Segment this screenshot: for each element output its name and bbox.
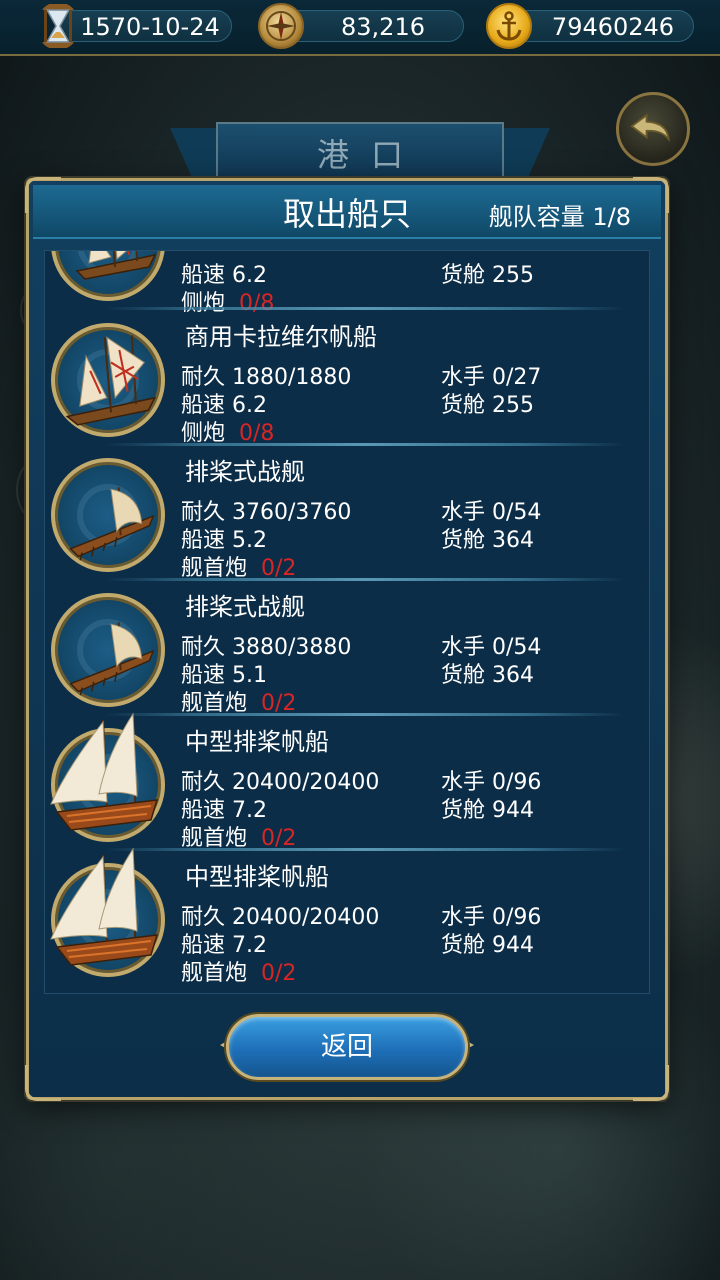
anchor-icon <box>486 3 532 49</box>
back-arrow-button[interactable] <box>616 92 690 166</box>
frame-corner <box>25 177 61 213</box>
ship-cargo: 货舱 944 <box>441 933 534 958</box>
ship-portrait <box>51 458 165 572</box>
galleass-icon <box>50 847 159 966</box>
ship-portrait <box>51 323 165 437</box>
ship-cargo: 货舱 364 <box>441 528 534 553</box>
fleet-capacity: 舰队容量 1/8 <box>488 203 631 231</box>
frame-corner <box>633 177 669 213</box>
ship-portrait <box>51 251 165 301</box>
resource-bar: 1570-10-24 83,216 79460246 <box>0 0 720 56</box>
return-button-label: 返回 <box>320 1032 373 1062</box>
ship-name: 商用卡拉维尔帆船 <box>185 323 377 351</box>
date-display: 1570-10-24 <box>56 10 232 42</box>
ship-cargo: 货舱 364 <box>441 663 534 688</box>
ship-cannon: 舰首炮 0/2 <box>181 955 296 987</box>
ship-name: 排桨式战舰 <box>185 593 305 621</box>
ship-cargo: 货舱 944 <box>441 798 534 823</box>
ship-row[interactable]: 船速 6.2 货舱 255 侧炮 0/8 <box>45 251 649 316</box>
gold-value: 79460246 <box>551 13 675 41</box>
cannon-label: 舰首炮 <box>181 961 248 986</box>
compass-value: 83,216 <box>341 13 425 41</box>
ship-cargo: 货舱 255 <box>441 393 534 418</box>
cannon-value: 0/2 <box>261 961 297 986</box>
galley-icon <box>69 487 155 561</box>
undo-arrow-icon <box>630 113 670 143</box>
date-text: 1570-10-24 <box>80 13 220 41</box>
ship-row[interactable]: 排桨式战舰 耐久 3880/3880 水手 0/54 船速 5.1 货舱 364… <box>45 581 649 716</box>
ship-row[interactable]: 中型排桨帆船 耐久 20400/20400 水手 0/96 船速 7.2 货舱 … <box>45 712 649 851</box>
compass-icon <box>258 3 304 49</box>
return-button[interactable]: 返回 <box>226 1014 468 1080</box>
caravel-icon <box>75 251 157 280</box>
ship-row[interactable]: 中型排桨帆船 耐久 20400/20400 水手 0/96 船速 7.2 货舱 … <box>45 847 649 987</box>
gold-resource: 79460246 <box>512 10 694 42</box>
hourglass-icon <box>42 4 74 48</box>
ship-row[interactable]: 商用卡拉维尔帆船 耐久 1880/1880 水手 0/27 船速 6.2 货舱 … <box>45 311 649 446</box>
ship-portrait <box>50 847 165 977</box>
port-title: 港口 <box>316 136 425 174</box>
ship-portrait <box>51 593 165 707</box>
frame-corner <box>25 1065 61 1101</box>
caravel-icon <box>65 335 157 426</box>
compass-resource: 83,216 <box>282 10 464 42</box>
row-divider <box>105 307 625 310</box>
galleass-icon <box>50 712 159 831</box>
frame-corner <box>633 1065 669 1101</box>
ship-row[interactable]: 排桨式战舰 耐久 3760/3760 水手 0/54 船速 5.2 货舱 364… <box>45 446 649 581</box>
ship-cargo: 货舱 255 <box>441 263 534 288</box>
ship-list[interactable]: 船速 6.2 货舱 255 侧炮 0/8 商用卡拉维尔帆船 耐久 1880/18… <box>44 250 650 994</box>
ship-name: 中型排桨帆船 <box>185 728 329 756</box>
ship-name: 排桨式战舰 <box>185 458 305 486</box>
ship-portrait <box>50 712 165 842</box>
ship-name: 中型排桨帆船 <box>185 863 329 891</box>
galley-icon <box>69 622 155 696</box>
